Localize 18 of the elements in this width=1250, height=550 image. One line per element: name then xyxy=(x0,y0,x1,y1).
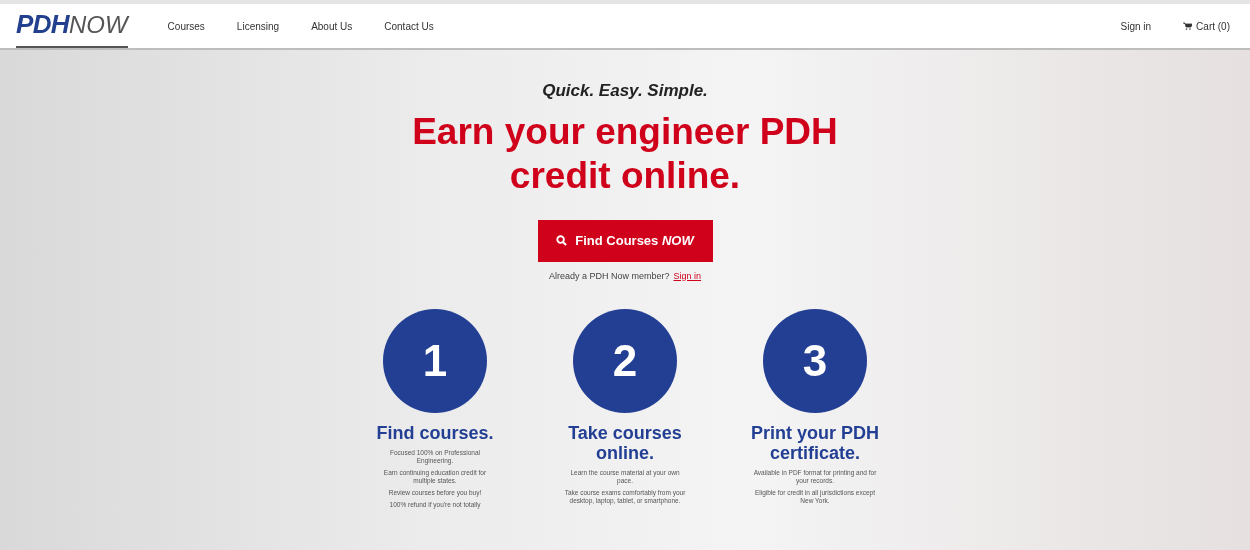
nav-link[interactable]: Courses xyxy=(167,18,205,34)
hero-headline: Earn your engineer PDH credit online. xyxy=(411,109,839,198)
step-title: Print your PDH certificate. xyxy=(750,423,880,463)
sign-in-link[interactable]: Sign in xyxy=(1120,18,1152,34)
search-icon xyxy=(556,235,568,246)
step-title: Take courses online. xyxy=(567,423,683,463)
site-logo[interactable]: PDHNOW xyxy=(16,4,128,48)
sign-in-link[interactable]: Sign in xyxy=(673,269,702,283)
cart-link[interactable]: Cart (0) xyxy=(1183,18,1230,34)
nav-link[interactable]: About Us xyxy=(311,18,353,34)
nav-link[interactable]: Licensing xyxy=(236,18,280,34)
nav-link[interactable]: Contact Us xyxy=(384,18,434,34)
hero-tagline: Quick. Easy. Simple. xyxy=(542,80,708,102)
member-prompt-text: Already a PDH Now member? xyxy=(548,269,670,283)
find-courses-button[interactable]: Find Courses NOW xyxy=(537,219,713,262)
step-title: Find courses. xyxy=(376,423,494,443)
cart-label: Cart (0) xyxy=(1196,19,1230,34)
cart-icon xyxy=(1183,22,1193,30)
